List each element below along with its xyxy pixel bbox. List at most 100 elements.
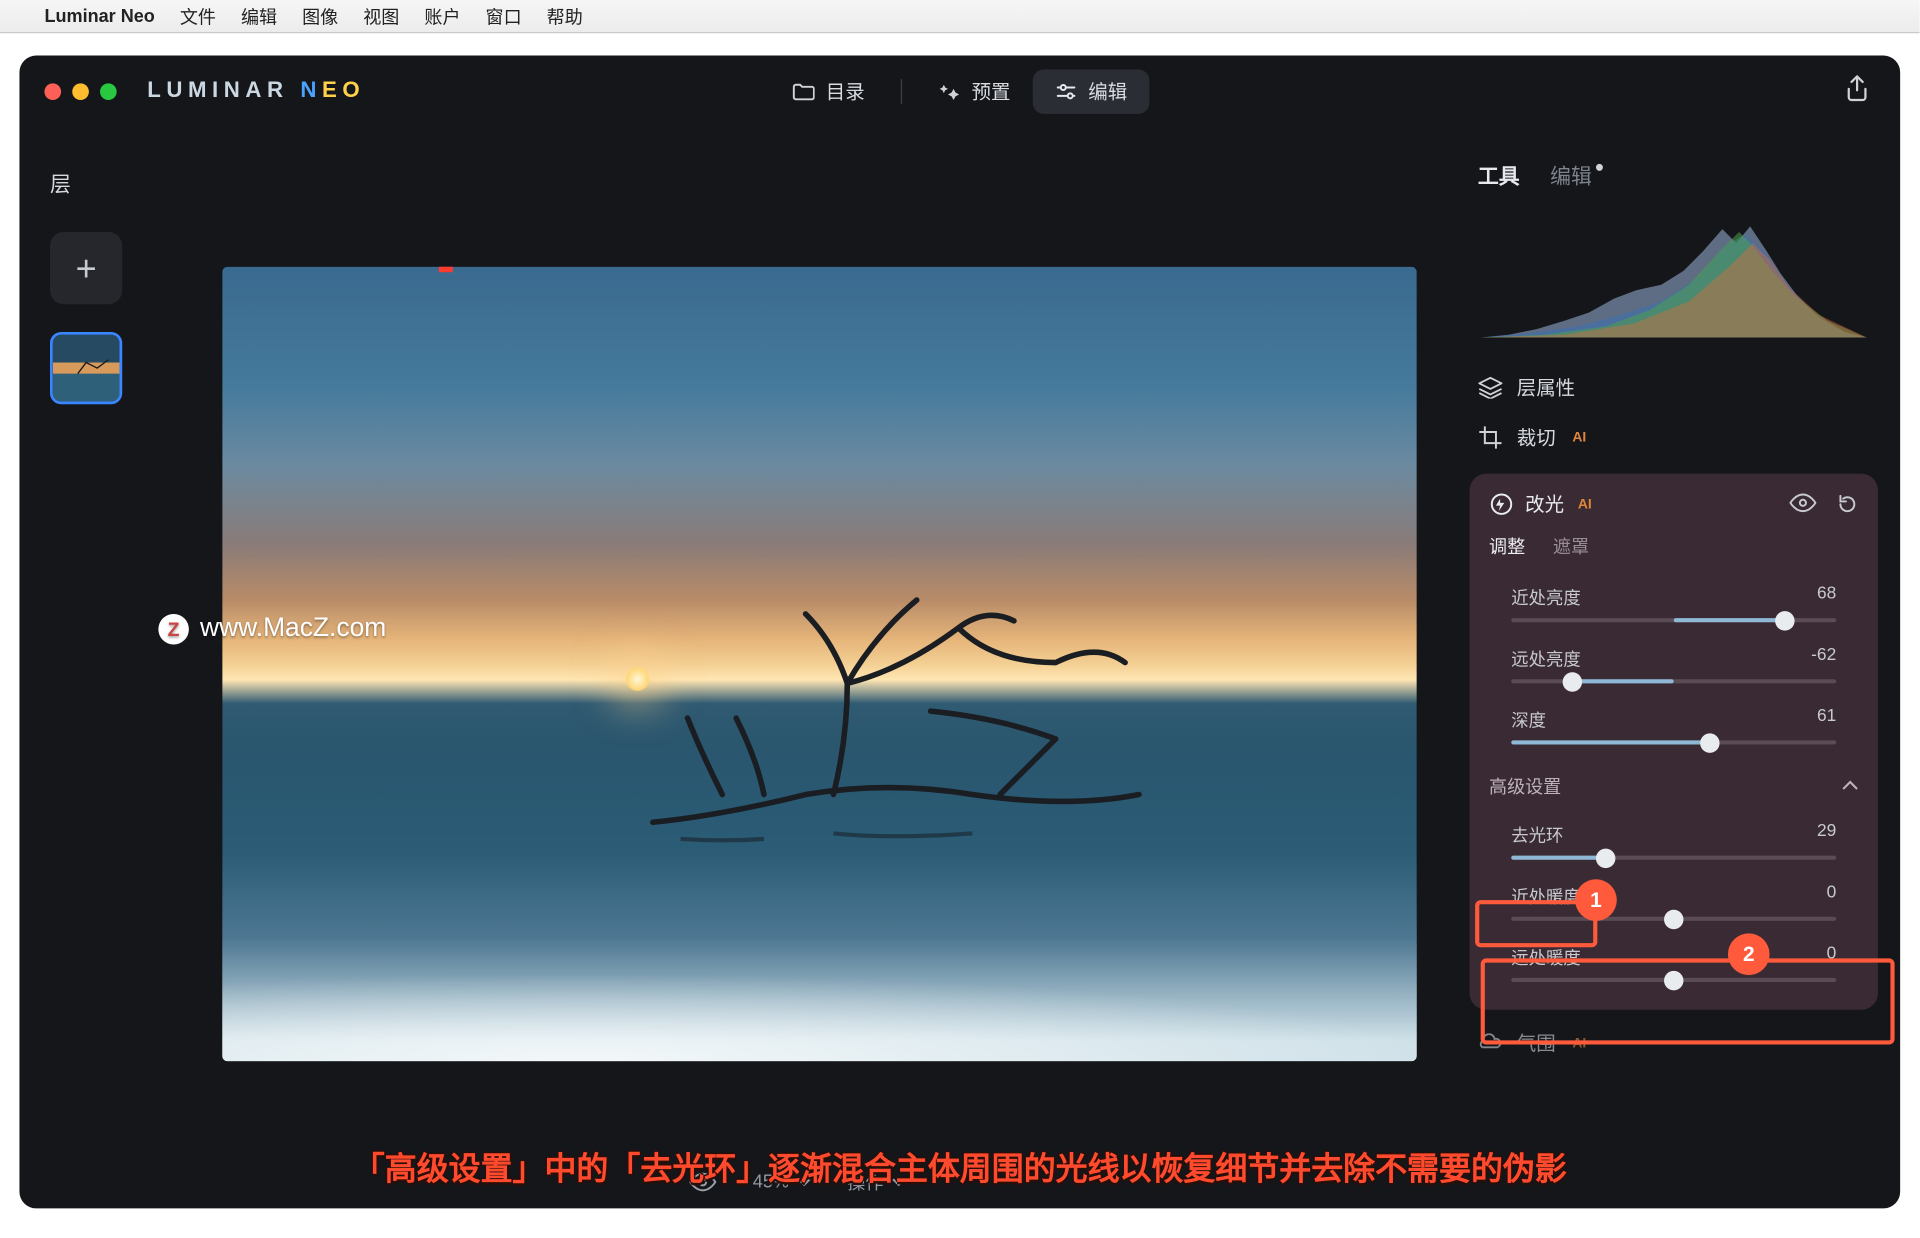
tool-crop[interactable]: 裁切 AI	[1470, 413, 1878, 463]
annotation-bubble-1: 1	[1575, 879, 1617, 921]
share-button[interactable]	[1845, 75, 1870, 103]
panel-tabs: 工具 编辑	[1470, 161, 1878, 190]
tool-layer-properties[interactable]: 层属性	[1470, 363, 1878, 413]
slider-near-brightness[interactable]: 近处亮度 68	[1470, 575, 1878, 636]
slider-value: -62	[1811, 644, 1836, 670]
logo-word2a: N	[300, 79, 322, 103]
advanced-settings-label: 高级设置	[1489, 772, 1561, 798]
add-layer-button[interactable]: +	[50, 232, 122, 304]
ai-badge: AI	[1578, 497, 1592, 512]
menu-edit[interactable]: 编辑	[241, 3, 277, 29]
clipping-indicator	[439, 267, 453, 273]
logo-word1: LUMINAR	[147, 79, 288, 103]
slider-label: 近处暖度	[1511, 882, 1580, 908]
chevron-down-icon	[892, 1176, 906, 1187]
ai-badge: AI	[1572, 1035, 1586, 1050]
actions-dropdown[interactable]: 操作	[847, 1168, 905, 1194]
slider-label: 近处亮度	[1511, 583, 1580, 609]
mode-presets[interactable]: 预置	[916, 69, 1033, 113]
mode-catalog-label: 目录	[826, 78, 865, 106]
slider-depth[interactable]: 深度 61	[1470, 697, 1878, 758]
slider-label: 去光环	[1511, 821, 1563, 847]
mode-catalog[interactable]: 目录	[770, 69, 887, 113]
menu-help[interactable]: 帮助	[547, 3, 583, 29]
titlebar: LUMINAR NEO 目录 预置 编辑	[19, 56, 1900, 128]
menu-account[interactable]: 账户	[424, 3, 460, 29]
watermark-icon: Z	[158, 614, 189, 645]
separator	[901, 79, 902, 104]
tool-layer-properties-label: 层属性	[1517, 374, 1575, 402]
actions-label: 操作	[847, 1168, 883, 1194]
tool-relight-panel: 改光 AI 调整 遮罩 近处亮度 68	[1470, 474, 1878, 1010]
slider-value: 0	[1827, 882, 1837, 908]
slider-value: 29	[1817, 821, 1836, 847]
layer-thumbnail[interactable]	[50, 332, 122, 404]
slider-far-brightness[interactable]: 远处亮度 -62	[1470, 636, 1878, 697]
tool-atmosphere[interactable]: 气围 AI	[1470, 1018, 1878, 1068]
slider-near-warmth[interactable]: 近处暖度 0	[1470, 874, 1878, 935]
watermark: Z www.MacZ.com	[158, 614, 386, 645]
image-content	[639, 586, 1222, 864]
sparkle-icon	[938, 82, 960, 101]
tab-edits[interactable]: 编辑	[1550, 161, 1592, 190]
app-logo: LUMINAR NEO	[147, 79, 365, 104]
window-controls	[44, 83, 116, 100]
canvas-area: Z www.MacZ.com 45% 操作	[139, 128, 1456, 1209]
watermark-text: www.MacZ.com	[200, 614, 386, 645]
menubar-appname[interactable]: Luminar Neo	[44, 6, 154, 27]
window-maximize-button[interactable]	[100, 83, 117, 100]
histogram[interactable]	[1481, 210, 1867, 338]
layers-sidebar: 层 +	[19, 128, 138, 1209]
image-canvas[interactable]	[222, 267, 1417, 1062]
mode-edit-label: 编辑	[1088, 78, 1127, 106]
zoom-dropdown[interactable]: 45%	[753, 1171, 811, 1192]
slider-label: 远处亮度	[1511, 644, 1580, 670]
window-minimize-button[interactable]	[72, 83, 89, 100]
layers-heading: 层	[50, 169, 139, 198]
folder-icon	[792, 82, 814, 101]
app-window: LUMINAR NEO 目录 预置 编辑 层 +	[19, 56, 1900, 1209]
tool-atmosphere-label: 气围	[1517, 1029, 1556, 1057]
relight-icon	[1489, 492, 1514, 517]
tab-edits-label: 编辑	[1550, 165, 1592, 189]
slider-far-warmth[interactable]: 远处暖度 0	[1470, 935, 1878, 996]
canvas-bottom-bar: 45% 操作	[689, 1168, 906, 1194]
layers-icon	[1478, 376, 1503, 398]
quick-preview-button[interactable]	[689, 1172, 717, 1191]
tool-relight-label: 改光	[1525, 490, 1564, 518]
chevron-up-icon	[1842, 779, 1859, 793]
mode-presets-label: 预置	[972, 78, 1011, 106]
image-content	[222, 853, 1417, 1061]
crop-icon	[1478, 425, 1503, 450]
advanced-settings-toggle[interactable]: 高级设置	[1470, 758, 1878, 812]
chevron-down-icon	[797, 1176, 811, 1187]
menu-view[interactable]: 视图	[363, 3, 399, 29]
window-close-button[interactable]	[44, 83, 61, 100]
menu-window[interactable]: 窗口	[486, 3, 522, 29]
tab-tools[interactable]: 工具	[1478, 161, 1520, 190]
menu-image[interactable]: 图像	[302, 3, 338, 29]
slider-dehalo[interactable]: 去光环 29	[1470, 813, 1878, 874]
slider-label: 远处暖度	[1511, 943, 1580, 969]
annotation-bubble-2: 2	[1728, 933, 1770, 975]
subtab-adjust[interactable]: 调整	[1489, 532, 1525, 558]
ai-badge: AI	[1572, 430, 1586, 445]
sliders-icon	[1055, 82, 1077, 101]
right-panel: 工具 编辑 层属性 裁切	[1456, 128, 1900, 1209]
zoom-value: 45%	[753, 1171, 789, 1192]
slider-label: 深度	[1511, 706, 1546, 732]
tool-crop-label: 裁切	[1517, 424, 1556, 452]
logo-word2b: EO	[322, 79, 365, 103]
mac-menubar[interactable]: Luminar Neo 文件 编辑 图像 视图 账户 窗口 帮助	[0, 0, 1920, 33]
atmosphere-icon	[1478, 1033, 1503, 1052]
mode-edit[interactable]: 编辑	[1033, 69, 1150, 113]
toggle-visibility-button[interactable]	[1789, 493, 1817, 515]
subtab-mask[interactable]: 遮罩	[1553, 532, 1589, 558]
edits-indicator-dot	[1596, 164, 1603, 171]
slider-value: 0	[1827, 943, 1837, 969]
mode-switch: 目录 预置 编辑	[770, 69, 1149, 113]
slider-value: 61	[1817, 706, 1836, 732]
reset-button[interactable]	[1836, 493, 1858, 515]
slider-value: 68	[1817, 583, 1836, 609]
menu-file[interactable]: 文件	[180, 3, 216, 29]
